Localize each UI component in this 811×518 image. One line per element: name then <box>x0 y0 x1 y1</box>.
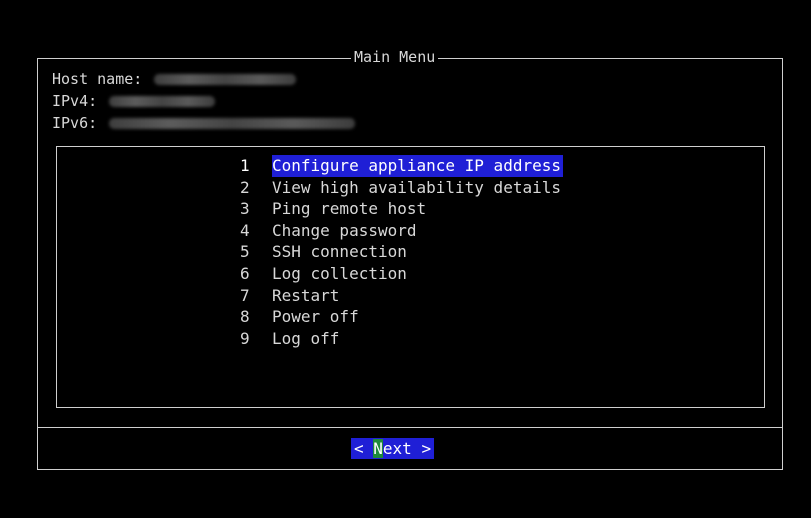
menu-item-number: 4 <box>240 220 250 240</box>
menu-item-label: Restart <box>272 285 340 305</box>
ipv4-redacted <box>109 95 216 107</box>
next-hotkey: N <box>373 439 383 458</box>
menu-item-label: SSH connection <box>272 242 407 262</box>
menu-item-log-collection[interactable]: 6 Log collection <box>240 263 563 285</box>
ipv4-row: IPv4: <box>52 90 355 112</box>
menu-item-log-off[interactable]: 9 Log off <box>240 328 563 350</box>
menu-item-label: Log collection <box>272 263 407 283</box>
menu-item-view-ha[interactable]: 2 View high availability details <box>240 177 563 199</box>
menu-item-number: 1 <box>240 156 250 175</box>
window-title: Main Menu <box>351 47 439 67</box>
menu-item-number: 7 <box>240 285 250 305</box>
ipv6-redacted <box>109 117 356 129</box>
menu-item-number: 2 <box>240 177 250 197</box>
menu-item-change-password[interactable]: 4 Change password <box>240 220 563 242</box>
next-button[interactable]: < Next > <box>351 438 435 459</box>
ipv6-row: IPv6: <box>52 112 356 134</box>
menu-item-ssh[interactable]: 5 SSH connection <box>240 241 563 263</box>
menu-item-number: 9 <box>240 328 250 348</box>
ipv4-label: IPv4: <box>52 92 98 110</box>
menu-item-label: Ping remote host <box>272 199 427 219</box>
menu-item-configure-ip[interactable]: 1 Configure appliance IP address <box>240 155 563 177</box>
ipv6-label: IPv6: <box>52 114 98 132</box>
button-separator <box>37 427 783 428</box>
next-rest: ext > <box>382 439 432 458</box>
menu-item-label: Configure appliance IP address <box>272 155 563 177</box>
menu-item-restart[interactable]: 7 Restart <box>240 285 563 307</box>
host-info: Host name: IPv4: IPv6: <box>52 68 356 134</box>
menu-item-number: 8 <box>240 307 250 327</box>
menu-item-label: View high availability details <box>272 177 561 197</box>
hostname-label: Host name: <box>52 70 143 88</box>
hostname-redacted <box>154 73 297 85</box>
hostname-row: Host name: <box>52 68 355 90</box>
menu-item-label: Log off <box>272 328 340 348</box>
menu-item-ping[interactable]: 3 Ping remote host <box>240 198 563 220</box>
next-prefix: < <box>354 439 374 458</box>
menu-item-number: 5 <box>240 242 250 262</box>
menu-item-label: Power off <box>272 307 359 327</box>
menu-list: 1 Configure appliance IP address 2 View hi… <box>240 155 563 349</box>
menu-item-number: 3 <box>240 199 250 219</box>
menu-item-power-off[interactable]: 8 Power off <box>240 306 563 328</box>
menu-item-label: Change password <box>272 220 417 240</box>
menu-item-number: 6 <box>240 263 250 283</box>
